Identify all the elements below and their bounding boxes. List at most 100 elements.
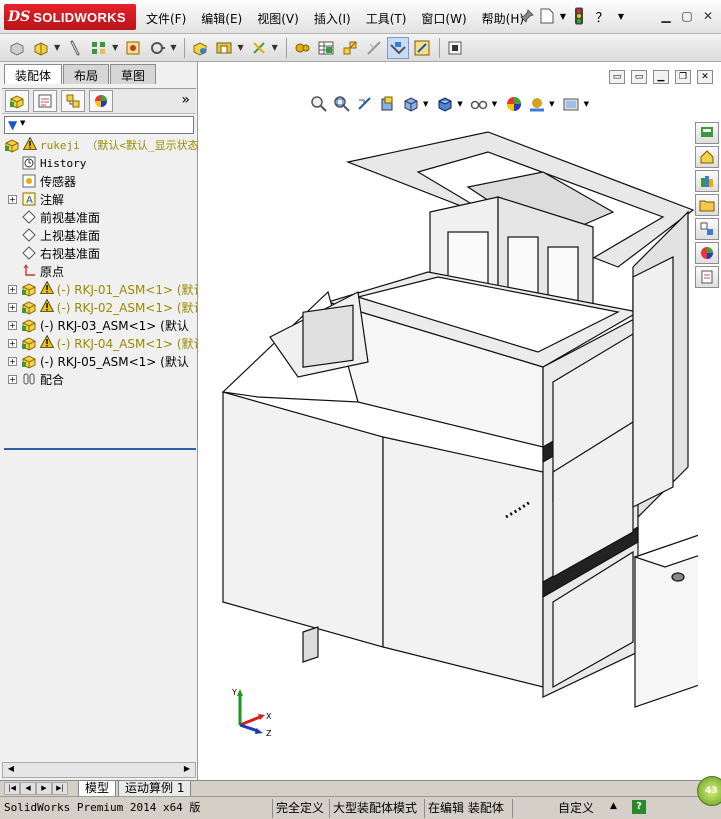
chevron-down-icon[interactable]: ▼ bbox=[112, 43, 118, 52]
solidworks-logo[interactable]: DS SOLIDWORKS bbox=[4, 4, 136, 30]
instant3d-icon[interactable] bbox=[444, 37, 466, 59]
chevron-down-icon[interactable]: ▼ bbox=[20, 119, 25, 127]
restore-icon[interactable]: ▢ bbox=[678, 8, 696, 24]
new-document-icon[interactable] bbox=[538, 6, 556, 26]
insert-component-icon[interactable] bbox=[30, 37, 52, 59]
smart-fasteners-icon[interactable] bbox=[122, 37, 144, 59]
close-icon[interactable]: ✕ bbox=[699, 8, 717, 24]
tab-sketch[interactable]: 草图 bbox=[110, 64, 157, 84]
chevron-down-icon[interactable]: ▼ bbox=[558, 6, 568, 26]
tree-horizontal-scrollbar[interactable]: ◀ ▶ bbox=[2, 762, 196, 778]
assembly-model-graphic[interactable] bbox=[198, 62, 698, 742]
assembly-features-icon[interactable] bbox=[213, 37, 235, 59]
home-icon[interactable] bbox=[695, 146, 719, 168]
configuration-manager-icon[interactable] bbox=[61, 90, 85, 112]
linear-pattern-icon[interactable] bbox=[88, 37, 110, 59]
tree-item[interactable]: 右视基准面 bbox=[0, 244, 198, 262]
tree-item[interactable]: 上视基准面 bbox=[0, 226, 198, 244]
scroll-left-icon[interactable]: ◀ bbox=[4, 764, 18, 776]
mate-icon[interactable] bbox=[64, 37, 86, 59]
expand-icon[interactable]: + bbox=[8, 302, 17, 312]
filter-icon[interactable]: ▼ bbox=[8, 118, 17, 132]
design-library-icon[interactable] bbox=[695, 170, 719, 192]
tree-item[interactable]: + 配合 bbox=[0, 370, 198, 386]
tree-item-label: 注解 bbox=[40, 192, 65, 207]
tree-root[interactable]: rukeji （默认<默认_显示状态 bbox=[0, 136, 198, 154]
triad-x-label: X bbox=[266, 712, 272, 721]
chevron-right-icon[interactable]: » bbox=[181, 92, 190, 108]
tree-item[interactable]: + (-) RKJ-05_ASM<1> (默认 bbox=[0, 352, 198, 370]
tab-assembly[interactable]: 装配体 bbox=[4, 64, 63, 84]
chevron-down-icon[interactable]: ▼ bbox=[616, 6, 626, 26]
expand-icon[interactable]: + bbox=[8, 284, 17, 294]
expand-icon[interactable]: + bbox=[8, 356, 17, 366]
chevron-up-icon[interactable]: ▲ bbox=[610, 801, 617, 811]
reference-geometry-icon[interactable] bbox=[248, 37, 270, 59]
tree-item-label: (-) RKJ-01_ASM<1> (默认 bbox=[56, 282, 198, 297]
expand-icon[interactable]: + bbox=[8, 320, 17, 330]
tree-item-label: (-) RKJ-03_ASM<1> (默认 bbox=[40, 318, 189, 333]
expand-icon[interactable]: + bbox=[8, 338, 17, 348]
help-question-icon[interactable]: ？ bbox=[590, 6, 614, 26]
new-motion-study-icon[interactable] bbox=[291, 37, 313, 59]
show-hidden-components-icon[interactable] bbox=[189, 37, 211, 59]
bill-of-materials-icon[interactable] bbox=[315, 37, 337, 59]
assembly-icon[interactable] bbox=[6, 37, 28, 59]
tree-item[interactable]: + (-) RKJ-04_ASM<1> (默认 bbox=[0, 334, 198, 352]
status-editing: 在编辑 装配体 bbox=[428, 801, 504, 815]
chevron-down-icon[interactable]: ▼ bbox=[54, 43, 60, 52]
solidworks-resources-icon[interactable] bbox=[695, 122, 719, 144]
tab-layout[interactable]: 布局 bbox=[63, 64, 110, 84]
tab-motion-study[interactable]: 运动算例 1 bbox=[118, 781, 192, 797]
chevron-down-icon[interactable]: ▼ bbox=[170, 43, 176, 52]
traffic-light-icon[interactable] bbox=[570, 6, 588, 26]
menu-file[interactable]: 文件(F) bbox=[146, 10, 186, 27]
prev-tab-icon[interactable]: ◀ bbox=[20, 782, 36, 795]
menu-tools[interactable]: 工具(T) bbox=[366, 10, 407, 27]
tree-item[interactable]: + (-) RKJ-02_ASM<1> (默认 bbox=[0, 298, 198, 316]
expand-icon[interactable]: + bbox=[8, 194, 17, 204]
tree-item[interactable]: History bbox=[0, 154, 198, 172]
scroll-right-icon[interactable]: ▶ bbox=[180, 764, 194, 776]
move-component-icon[interactable] bbox=[146, 37, 168, 59]
interference-detection-icon[interactable] bbox=[386, 36, 409, 59]
view-palette-icon[interactable] bbox=[695, 218, 719, 240]
minimize-icon[interactable]: ▁ bbox=[657, 8, 675, 24]
appearances-icon[interactable] bbox=[695, 242, 719, 264]
property-manager-icon[interactable] bbox=[33, 90, 57, 112]
tree-item[interactable]: + A 注解 bbox=[0, 190, 198, 208]
tree-item[interactable]: 前视基准面 bbox=[0, 208, 198, 226]
quick-tips-icon[interactable]: ? bbox=[632, 800, 646, 814]
tree-item[interactable]: + (-) RKJ-03_ASM<1> (默认 bbox=[0, 316, 198, 334]
annotation-icon: A bbox=[21, 191, 37, 207]
tree-item[interactable]: + (-) RKJ-01_ASM<1> (默认 bbox=[0, 280, 198, 298]
menu-right-tools: ▼ ？ ▼ bbox=[518, 6, 628, 26]
exploded-view-icon[interactable] bbox=[339, 37, 361, 59]
tree-filter[interactable]: ▼ ▼ bbox=[4, 116, 194, 134]
menu-insert[interactable]: 插入(I) bbox=[314, 10, 351, 27]
graphics-viewport[interactable]: ▭ ▭ ▁ ❐ ✕ ▼ ▼ ▼ ▼ ▼ Y X Z bbox=[198, 62, 721, 780]
clearance-verification-icon[interactable] bbox=[411, 37, 433, 59]
expand-icon[interactable]: + bbox=[8, 374, 17, 384]
first-tab-icon[interactable]: |◀ bbox=[4, 782, 20, 795]
units-selector[interactable]: 自定义 bbox=[558, 800, 594, 817]
menu-edit[interactable]: 编辑(E) bbox=[201, 10, 242, 27]
feature-manager-icon[interactable] bbox=[5, 90, 29, 112]
last-tab-icon[interactable]: ▶| bbox=[52, 782, 68, 795]
display-manager-icon[interactable] bbox=[89, 90, 113, 112]
custom-properties-icon[interactable] bbox=[695, 266, 719, 288]
notification-badge[interactable]: 43 bbox=[697, 776, 721, 806]
manager-tabs: » bbox=[2, 88, 196, 114]
file-explorer-icon[interactable] bbox=[695, 194, 719, 216]
tree-item[interactable]: 原点 bbox=[0, 262, 198, 280]
next-tab-icon[interactable]: ▶ bbox=[36, 782, 52, 795]
tree-item[interactable]: 传感器 bbox=[0, 172, 198, 190]
explode-line-sketch-icon[interactable] bbox=[363, 37, 385, 59]
chevron-down-icon[interactable]: ▼ bbox=[272, 43, 278, 52]
tab-model[interactable]: 模型 bbox=[78, 781, 117, 797]
menu-view[interactable]: 视图(V) bbox=[257, 10, 299, 27]
chevron-down-icon[interactable]: ▼ bbox=[237, 43, 243, 52]
close-icon[interactable]: ✕ bbox=[697, 70, 713, 84]
menu-window[interactable]: 窗口(W) bbox=[421, 10, 466, 27]
pin-icon[interactable] bbox=[518, 6, 536, 26]
